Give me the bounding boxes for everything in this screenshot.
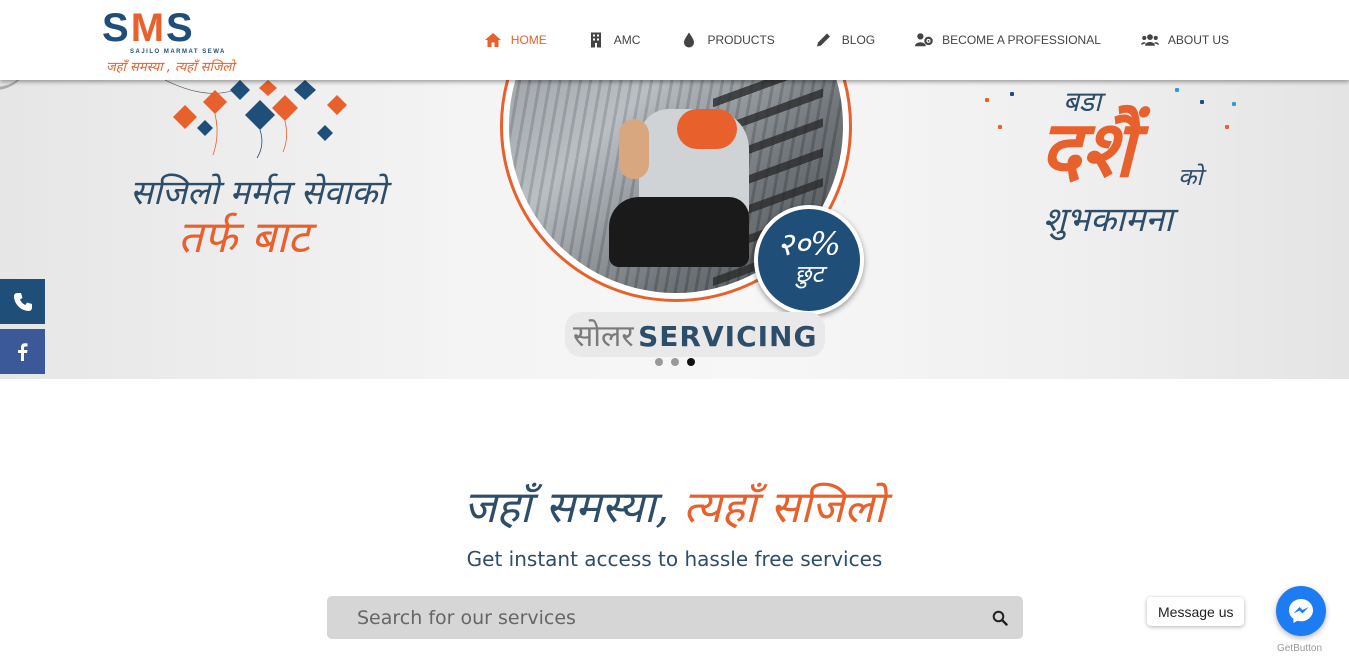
confetti [998,125,1002,129]
slider-dots [655,358,695,366]
confetti [985,98,989,102]
messenger-button[interactable] [1276,586,1326,636]
phone-button[interactable] [0,279,45,324]
hero-right-line4: शुभकामना [1043,200,1173,240]
nav-label-amc: AMC [613,33,641,47]
hero-slider: सजिलो मर्मत सेवाको तर्फ बाट २०% छुट सोलर… [0,80,1349,379]
hero-right-line2: दशैं [1040,104,1135,195]
site-header: SMS SAJILO MARMAT SEWA जहाँ समस्या , त्य… [0,0,1349,80]
confetti [1010,92,1014,96]
hero-right-line3: को [1178,163,1203,191]
slider-dot-1[interactable] [655,358,663,366]
confetti [1232,102,1236,106]
nav-item-amc[interactable]: AMC [547,27,641,53]
facebook-button[interactable] [0,329,45,374]
logo-tagline: जहाँ समस्या , त्यहाँ सजिलो [106,60,235,75]
confetti [1200,100,1204,104]
nav-item-become-professional[interactable]: BECOME A PROFESSIONAL [875,27,1101,53]
nav-item-about-us[interactable]: ABOUT US [1101,27,1229,53]
discount-badge: २०% छुट [754,205,864,315]
search-input[interactable] [327,596,977,639]
phone-icon [13,292,32,311]
nav-item-blog[interactable]: BLOG [775,27,875,53]
nav-label-about-us: ABOUT US [1167,33,1229,47]
slogan-part-b: त्यहाँ सजिलो [683,482,886,533]
discount-percent: २०% [777,225,841,263]
solar-servicing-label: सोलर SERVICING [565,312,826,357]
nav-label-products: PRODUCTS [707,33,775,47]
confetti [1225,125,1229,129]
message-us-label[interactable]: Message us [1147,597,1245,626]
decorative-arc [0,80,30,90]
discount-word: छुट [794,260,824,288]
nav-label-home: HOME [510,33,547,47]
search-icon [992,610,1008,626]
messenger-icon [1289,599,1313,623]
drop-icon [680,32,698,48]
pencil-icon [815,32,833,48]
search-button[interactable] [977,596,1023,639]
kites-illustration [165,80,347,159]
solar-np: सोलर [573,319,634,354]
users-icon [1140,32,1159,48]
logo-wordmark: SMS [102,6,195,50]
slogan-part-a: जहाँ समस्या, [463,482,670,533]
facebook-icon [17,342,27,361]
home-icon [484,32,502,48]
getbutton-brand[interactable]: GetButton [1277,643,1322,654]
main-nav: HOME AMC PRODUCTS BLOG BECOME A PROFESSI… [484,27,1229,53]
confetti [1175,88,1179,92]
slider-dot-2[interactable] [671,358,679,366]
service-search [327,596,1023,639]
nav-label-become-professional: BECOME A PROFESSIONAL [942,33,1101,47]
slogan: जहाँ समस्या, त्यहाँ सजिलो [0,478,1349,538]
site-logo[interactable]: SMS SAJILO MARMAT SEWA जहाँ समस्या , त्य… [100,6,255,75]
logo-subtitle: SAJILO MARMAT SEWA [130,49,226,55]
nav-label-blog: BLOG [841,33,876,47]
nav-item-home[interactable]: HOME [484,27,547,53]
hero-left-line2: तर्फ बाट [178,212,310,263]
subtitle: Get instant access to hassle free servic… [466,547,883,571]
solar-en: SERVICING [638,320,818,353]
building-icon [587,32,605,48]
nav-item-products[interactable]: PRODUCTS [640,27,775,53]
user-gear-icon [915,32,933,48]
slider-dot-3[interactable] [687,358,695,366]
